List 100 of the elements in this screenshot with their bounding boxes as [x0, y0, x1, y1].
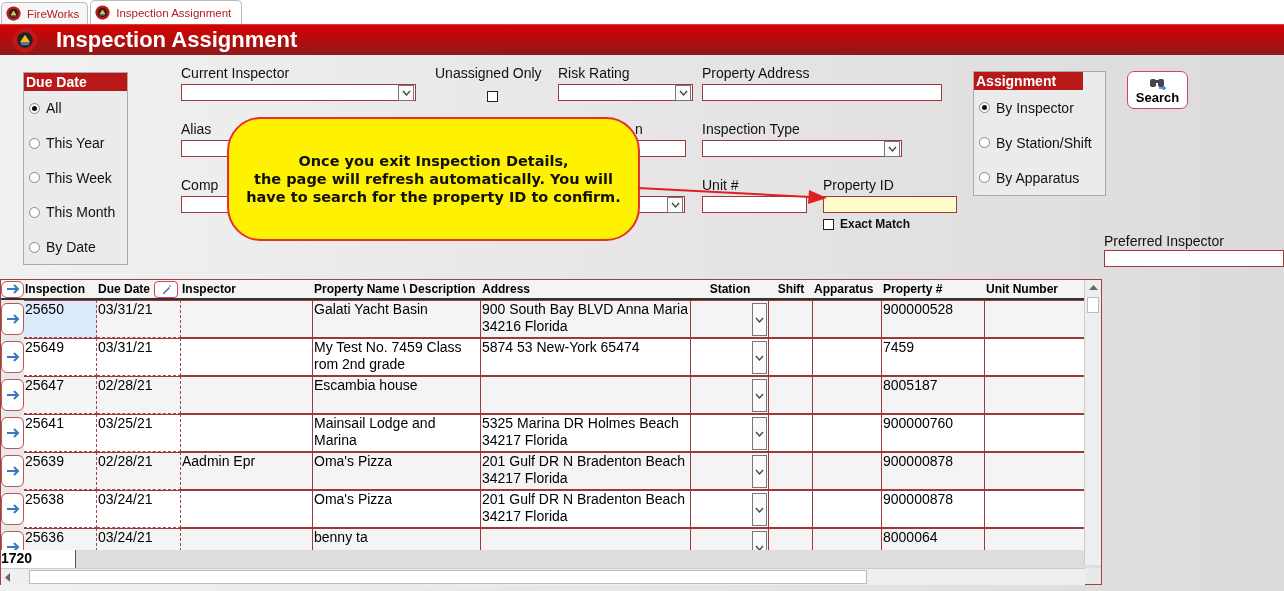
table-cell: [813, 300, 882, 338]
column-header: Apparatus: [813, 280, 882, 300]
dropdown-button[interactable]: [752, 455, 767, 488]
field-label: Comp: [181, 176, 219, 195]
chevron-icon: [398, 85, 414, 101]
radio-button[interactable]: [29, 102, 40, 114]
table-cell: 8000064: [882, 528, 985, 550]
open-row-button[interactable]: [1, 280, 24, 298]
chevron-icon: [755, 506, 764, 513]
column-header: Property #: [882, 280, 985, 300]
arrow-icon: [5, 284, 20, 294]
radio-option[interactable]: This Year: [24, 125, 127, 161]
field-label: n: [634, 120, 643, 139]
chevron-icon: [755, 544, 764, 550]
table-cell: [813, 376, 882, 414]
logo-icon: [6, 6, 21, 21]
dropdown-field[interactable]: [702, 140, 902, 157]
scrollbar[interactable]: [1, 568, 1085, 585]
arrow-icon: [5, 352, 20, 362]
open-row-button[interactable]: [1, 341, 24, 373]
scroll-up-icon[interactable]: [1088, 284, 1098, 291]
checkbox[interactable]: [487, 91, 498, 102]
radio-button[interactable]: [29, 206, 40, 218]
chevron-icon: [755, 354, 764, 361]
table-cell: 900000528: [882, 300, 985, 338]
field-label: Current Inspector: [181, 64, 290, 83]
input-field[interactable]: [702, 196, 807, 213]
scroll-thumb[interactable]: [1087, 297, 1099, 313]
field-label: Preferred Inspector: [1104, 233, 1224, 249]
table-cell: 5325 Marina DR Holmes Beach 34217 Florida: [481, 414, 691, 452]
radio-option[interactable]: All: [24, 91, 127, 126]
field-label: Unassigned Only: [435, 64, 542, 83]
table-cell: Mainsail Lodge and Marina: [313, 414, 481, 452]
chevron-icon: [755, 430, 764, 437]
table-cell: Oma's Pizza: [313, 490, 481, 528]
table-cell: 03/25/21: [97, 414, 181, 452]
radio-option[interactable]: This Month: [24, 195, 127, 230]
arrow-icon: [5, 428, 20, 438]
column-header: Address: [481, 280, 691, 300]
callout-text: Once you exit Inspection Details, the page will refresh automatically. You will have to search for the property ID to confirm.: [246, 152, 621, 206]
table-cell: 900000760: [882, 414, 985, 452]
radio-button[interactable]: [29, 241, 40, 253]
radio-option[interactable]: By Station/Shift: [974, 125, 1105, 160]
scrollbar[interactable]: [1084, 280, 1101, 565]
input-field[interactable]: [823, 196, 957, 213]
radio-button[interactable]: [979, 102, 990, 113]
dropdown-button[interactable]: [752, 417, 767, 450]
dropdown-field[interactable]: [181, 84, 416, 101]
table-cell: 25650: [24, 300, 97, 338]
column-header: Unit Number: [985, 280, 1085, 300]
radio-option[interactable]: This Week: [24, 160, 127, 196]
dropdown-button[interactable]: [752, 341, 767, 374]
radio-option[interactable]: By Apparatus: [974, 160, 1105, 195]
arrow-icon: [5, 542, 20, 550]
arrow-icon: [5, 466, 20, 476]
dropdown-field[interactable]: [558, 84, 693, 101]
dropdown-button[interactable]: [752, 379, 767, 412]
table-cell: 25639: [24, 452, 97, 490]
radio-button[interactable]: [29, 137, 40, 149]
dropdown-button[interactable]: [752, 303, 767, 336]
dropdown-button[interactable]: [752, 493, 767, 526]
chevron-icon: [675, 85, 691, 101]
table-cell: 02/28/21: [97, 376, 181, 414]
table-cell: [813, 490, 882, 528]
search-button[interactable]: Search: [1127, 71, 1188, 109]
column-header: Station: [691, 280, 769, 300]
logo-icon: [95, 5, 111, 20]
radio-button[interactable]: [979, 172, 990, 183]
table-cell: 7459: [882, 338, 985, 376]
scroll-thumb[interactable]: [29, 570, 867, 584]
open-row-button[interactable]: [1, 303, 24, 335]
chevron-icon: [884, 141, 900, 157]
table-cell: Oma's Pizza: [313, 452, 481, 490]
app-tab[interactable]: FireWorks: [1, 2, 89, 24]
checkbox[interactable]: [823, 218, 834, 230]
input-field[interactable]: [1104, 250, 1284, 267]
field-label: Unit #: [702, 176, 739, 195]
table-cell: 8005187: [882, 376, 985, 414]
radio-option[interactable]: By Date: [24, 229, 127, 265]
open-row-button[interactable]: [1, 379, 24, 411]
input-field[interactable]: [702, 84, 942, 101]
table-cell: 03/31/21: [97, 300, 181, 338]
open-row-button[interactable]: [1, 417, 24, 449]
radio-button[interactable]: [979, 137, 990, 148]
open-row-button[interactable]: [1, 493, 24, 525]
record-count: 1720: [1, 550, 76, 568]
chevron-icon: [755, 468, 764, 475]
checkbox-label: Exact Match: [840, 217, 911, 231]
chevron-icon: [755, 392, 764, 399]
page-title: Inspection Assignment: [56, 27, 298, 53]
app-tab[interactable]: Inspection Assignment: [90, 0, 243, 24]
edit-button[interactable]: [154, 280, 178, 298]
column-header: Property Name \ Description: [313, 280, 481, 300]
table-cell: 03/24/21: [97, 528, 181, 550]
open-row-button[interactable]: [1, 455, 24, 487]
column-header: Inspection: [24, 280, 97, 300]
scroll-left-icon[interactable]: [5, 572, 11, 582]
table-cell: [813, 414, 882, 452]
radio-button[interactable]: [29, 172, 40, 184]
radio-option[interactable]: By Inspector: [974, 90, 1105, 125]
